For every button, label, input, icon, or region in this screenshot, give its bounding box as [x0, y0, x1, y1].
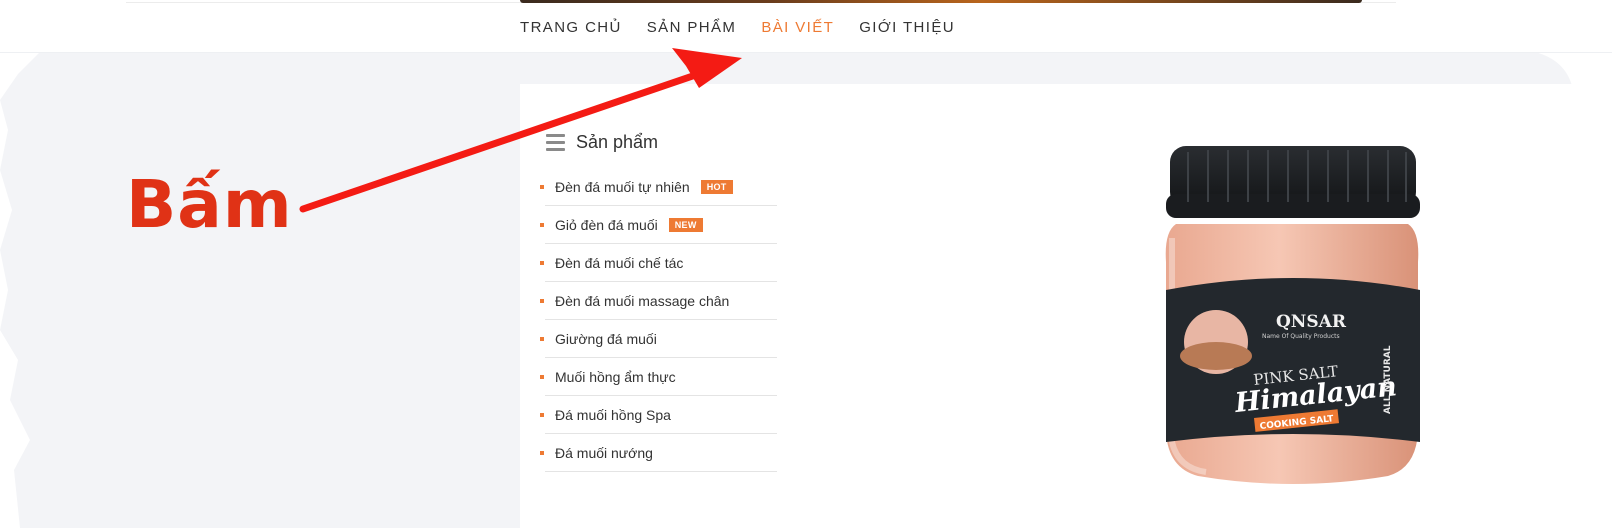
- annotation-arrow-icon: [299, 48, 742, 213]
- annotation-label: Bấm: [126, 166, 293, 243]
- page: TRANG CHỦ SẢN PHẨM BÀI VIẾT GIỚI THIỆU S…: [0, 0, 1612, 528]
